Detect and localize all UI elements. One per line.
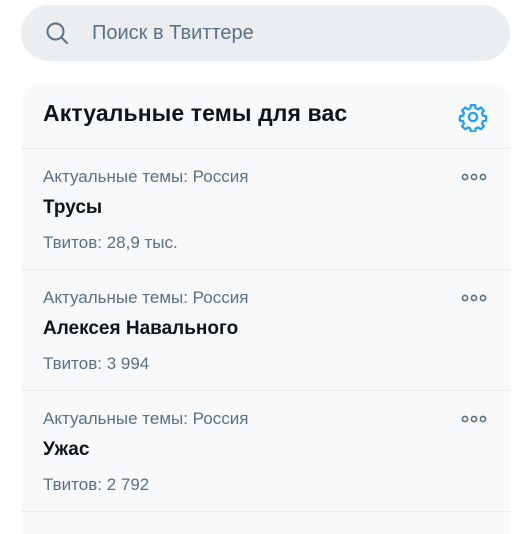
trends-header: Актуальные темы для вас bbox=[21, 84, 510, 149]
trend-context: Актуальные темы: Россия bbox=[43, 167, 249, 186]
trend-count: Твитов: 2 792 bbox=[43, 475, 150, 494]
more-horizontal-icon[interactable] bbox=[461, 171, 487, 183]
search-input[interactable] bbox=[81, 5, 492, 61]
more-horizontal-icon[interactable] bbox=[461, 292, 487, 304]
more-horizontal-icon[interactable] bbox=[461, 413, 487, 425]
trend-name: Алексея Навального bbox=[43, 318, 239, 339]
trend-item[interactable]: Актуальные темы: Россия Трусы Твитов: 28… bbox=[21, 149, 510, 270]
trend-name: Ужас bbox=[43, 439, 90, 460]
search-icon bbox=[46, 22, 68, 44]
trend-count: Твитов: 28,9 тыс. bbox=[43, 233, 178, 252]
trend-item[interactable]: Актуальные темы: Россия Алексея Навально… bbox=[21, 270, 510, 391]
trend-context: Актуальные темы: Россия bbox=[43, 288, 249, 307]
trend-context: Актуальные темы: Россия bbox=[43, 409, 249, 428]
trend-count: Твитов: 3 994 bbox=[43, 354, 150, 373]
search-bar[interactable] bbox=[21, 5, 510, 61]
gear-icon[interactable] bbox=[458, 102, 488, 132]
trends-panel: Актуальные темы для вас Актуальные темы:… bbox=[21, 84, 510, 534]
trend-item[interactable]: Актуальные темы: Россия Ужас Твитов: 2 7… bbox=[21, 391, 510, 512]
trend-name: Трусы bbox=[43, 197, 103, 218]
trends-title: Актуальные темы для вас bbox=[43, 100, 348, 126]
